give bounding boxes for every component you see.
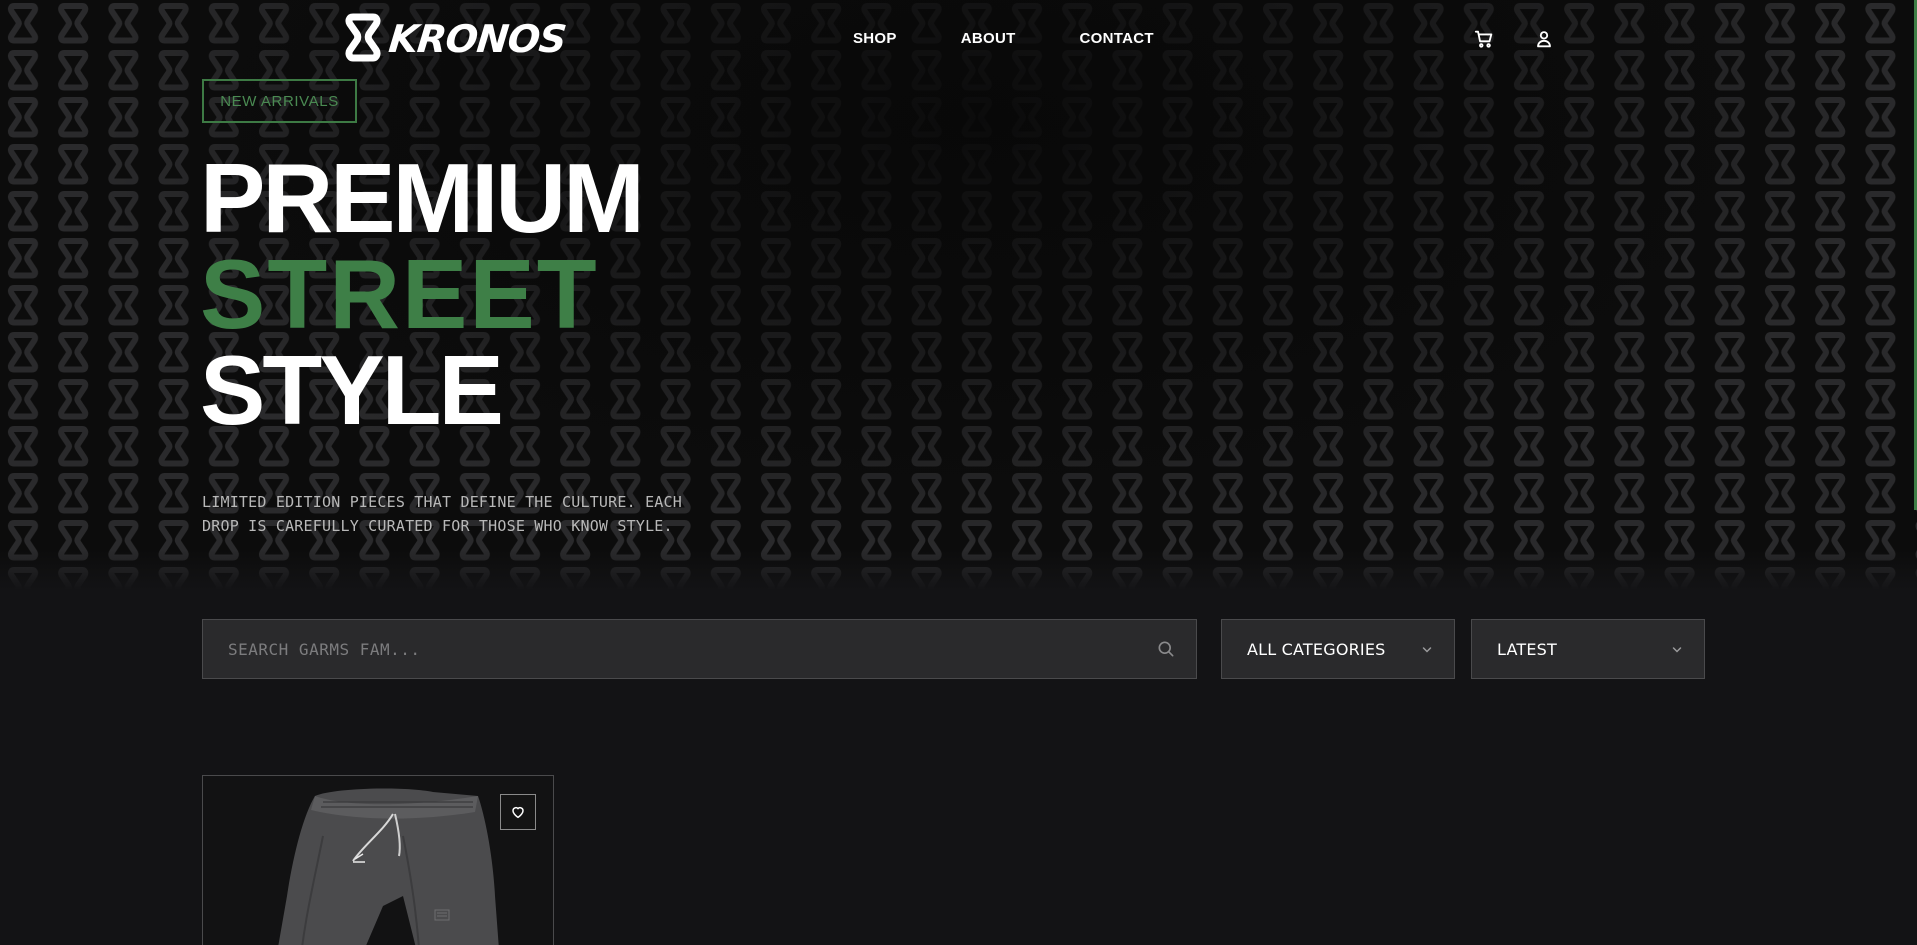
search-button[interactable] [1136,620,1196,678]
new-arrivals-badge: NEW ARRIVALS [202,79,357,123]
search-input[interactable] [203,620,1136,678]
category-select-value: ALL CATEGORIES [1247,639,1386,659]
headline-line-street: STREET [200,239,599,349]
headline-line-premium: PREMIUM [200,143,645,253]
nav-link-contact[interactable]: CONTACT [1080,30,1154,47]
heart-icon [512,807,524,819]
hero-description-line-2: DROP IS CAREFULLY CURATED FOR THOSE WHO … [202,517,673,535]
logo-hourglass-icon [345,13,381,62]
cart-icon[interactable] [1473,28,1495,50]
product-card[interactable] [202,775,554,945]
sort-select-value: LATEST [1497,639,1557,659]
wishlist-button[interactable] [500,794,536,830]
chevron-down-icon [1422,647,1432,653]
nav-link-about[interactable]: ABOUT [961,30,1016,47]
brand-logo[interactable]: KRONOS [345,12,568,66]
nav-link-shop[interactable]: SHOP [853,30,897,47]
user-icon[interactable] [1533,28,1555,50]
top-navbar: KRONOS SHOP ABOUT CONTACT [0,0,1917,80]
search-icon [1158,641,1174,657]
nav-links: SHOP ABOUT CONTACT [853,30,1154,47]
chevron-down-icon [1672,647,1682,653]
hero-section: KRONOS SHOP ABOUT CONTACT NEW ARRIVALS P… [0,0,1917,590]
hero-description-line-1: LIMITED EDITION PIECES THAT DEFINE THE C… [202,493,682,511]
sort-select[interactable]: LATEST [1471,619,1705,679]
hero-description: LIMITED EDITION PIECES THAT DEFINE THE C… [202,490,742,538]
hero-bottom-fade [0,550,1917,590]
logo-wordmark: KRONOS [386,17,568,61]
hero-headline: PREMIUM STREET STYLE [200,143,645,445]
search-box [202,619,1197,679]
category-select[interactable]: ALL CATEGORIES [1221,619,1455,679]
headline-line-style: STYLE [200,335,504,445]
